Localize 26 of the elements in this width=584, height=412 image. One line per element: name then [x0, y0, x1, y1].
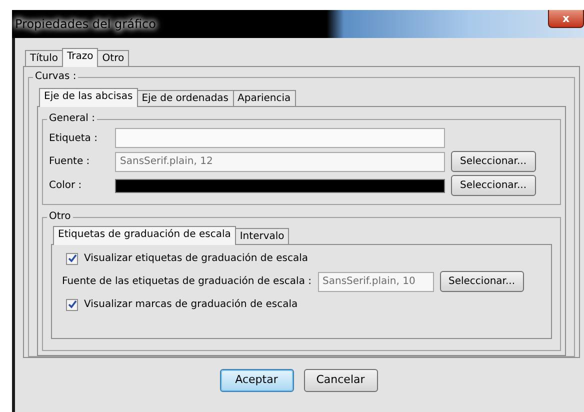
field-label: Fuente : — [49, 155, 91, 169]
tab[interactable]: Intervalo — [234, 228, 290, 244]
checkbox[interactable] — [66, 252, 78, 264]
color-swatch[interactable] — [115, 178, 445, 192]
tab[interactable]: Trazo — [62, 48, 98, 67]
font-field: SansSerif.plain, 12 — [115, 152, 445, 172]
font-field: SansSerif.plain, 10 — [318, 272, 434, 292]
tab[interactable]: Otro — [97, 50, 130, 66]
checkbox[interactable] — [66, 298, 78, 310]
select-button[interactable]: Seleccionar... — [440, 271, 524, 292]
tab[interactable]: Etiquetas de graduación de escala — [53, 226, 236, 245]
checkbox-label: Visualizar marcas de graduación de escala — [84, 298, 298, 312]
checkbox-label: Visualizar etiquetas de graduación de escala — [84, 252, 308, 266]
tab[interactable]: Título — [25, 50, 64, 66]
field-label: Fuente de las etiquetas de graduación de escala : — [62, 275, 312, 289]
tab[interactable]: Eje de ordenadas — [136, 90, 234, 106]
select-button[interactable]: Seleccionar... — [451, 151, 536, 172]
close-button[interactable]: x — [548, 10, 584, 28]
dialog-button[interactable]: Aceptar — [220, 369, 294, 392]
text-field[interactable] — [115, 128, 445, 148]
field-label: Color : — [49, 179, 83, 193]
select-button[interactable]: Seleccionar... — [451, 175, 536, 196]
field-label: Etiqueta : — [49, 132, 98, 146]
tab[interactable]: Eje de las abcisas — [39, 88, 138, 107]
tab[interactable]: Apariencia — [232, 90, 296, 106]
dialog-button[interactable]: Cancelar — [304, 369, 378, 392]
